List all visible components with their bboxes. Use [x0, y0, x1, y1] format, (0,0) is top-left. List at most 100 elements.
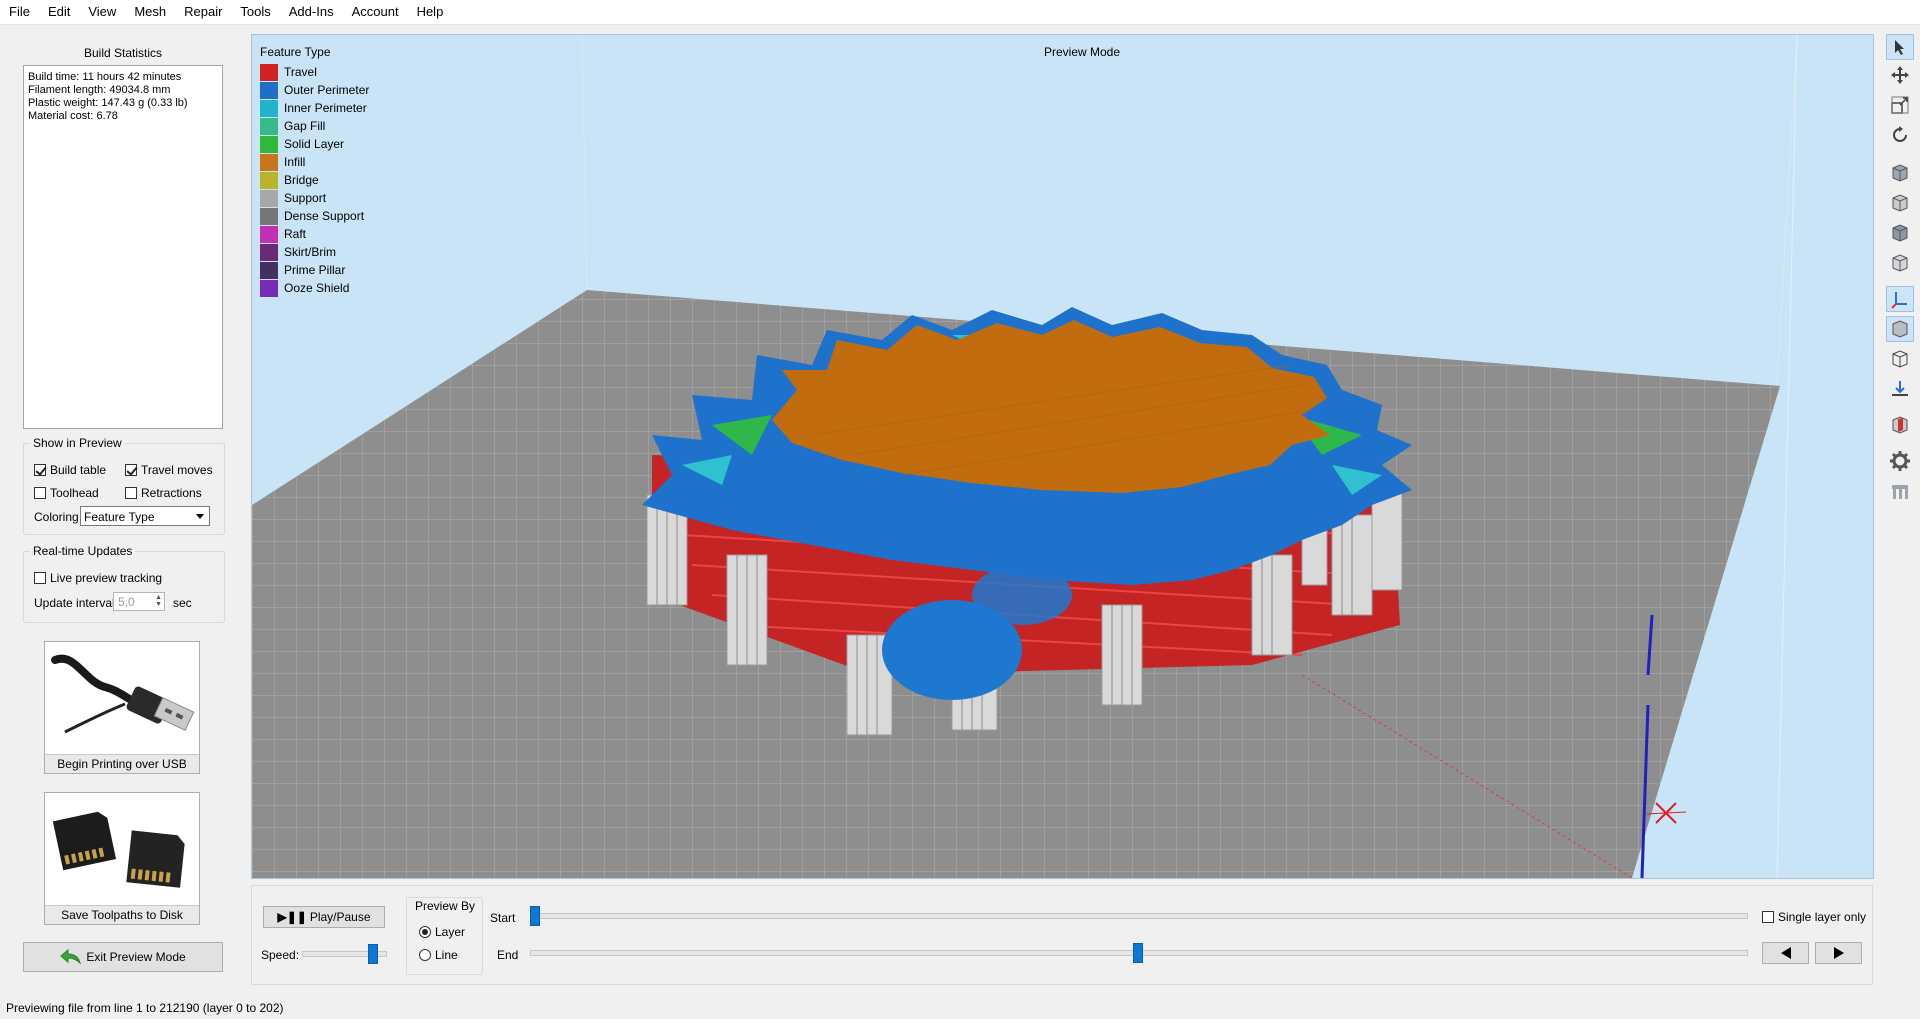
spin-down-icon[interactable]: ▼ — [155, 601, 162, 608]
cube-view-icon — [1892, 164, 1908, 182]
exit-preview-button[interactable]: Exit Preview Mode — [23, 942, 223, 972]
menu-mesh[interactable]: Mesh — [125, 0, 175, 24]
live-tracking-check-icon[interactable] — [34, 571, 46, 584]
build-scene — [252, 35, 1798, 878]
start-slider-track[interactable] — [530, 913, 1748, 919]
build-statistic-line: Build time: 11 hours 42 minutes — [28, 71, 182, 83]
travel-moves-check-icon[interactable] — [125, 463, 137, 476]
usb-button-label: Begin Printing over USB — [45, 754, 199, 773]
legend-swatch — [260, 63, 278, 81]
settings-button[interactable] — [1886, 448, 1914, 474]
coloring-label: Coloring — [34, 510, 79, 524]
supports-icon — [1892, 485, 1908, 499]
spin-up-icon[interactable]: ▲ — [155, 594, 162, 601]
retractions-checkbox[interactable]: Retractions — [125, 485, 202, 500]
legend-label: Raft — [284, 227, 307, 241]
menu-view[interactable]: View — [79, 0, 125, 24]
menu-repair[interactable]: Repair — [175, 0, 231, 24]
cube-front-icon — [1892, 194, 1908, 212]
cube-side-icon — [1892, 254, 1908, 272]
build-table-checkbox[interactable]: Build table — [34, 462, 106, 477]
travel-moves-checkbox[interactable]: Travel moves — [125, 462, 213, 477]
view-top-button[interactable] — [1886, 220, 1914, 246]
build-statistic-line: Plastic weight: 147.43 g (0.33 lb) — [28, 97, 188, 109]
play-pause-button[interactable]: ▶❚❚ Play/Pause — [263, 906, 385, 928]
view-side-button[interactable] — [1886, 250, 1914, 276]
retractions-check-icon[interactable] — [125, 486, 137, 499]
solid-cube-icon — [1892, 320, 1908, 338]
legend-label: Gap Fill — [284, 119, 326, 133]
scale-tool-button[interactable] — [1886, 92, 1914, 118]
preview-viewport[interactable]: Feature Type Travel Outer Perimeter Inner … — [251, 34, 1874, 879]
supports-button[interactable] — [1886, 478, 1914, 504]
toolhead-check-icon[interactable] — [34, 486, 46, 499]
legend-item: Support — [260, 189, 369, 207]
menu-addins[interactable]: Add-Ins — [280, 0, 343, 24]
legend-item: Gap Fill — [260, 117, 369, 135]
axes-icon — [1891, 292, 1907, 309]
update-interval-label: Update interval — [34, 596, 115, 610]
legend-swatch — [260, 117, 278, 135]
start-slider-handle[interactable] — [530, 906, 540, 926]
solid-view-button[interactable] — [1886, 316, 1914, 342]
live-tracking-checkbox[interactable]: Live preview tracking — [34, 570, 162, 585]
legend-swatch — [260, 99, 278, 117]
legend-item: Inner Perimeter — [260, 99, 369, 117]
build-statistics-box: Build time: 11 hours 42 minutes Filament … — [23, 65, 223, 429]
rotate-tool-button[interactable] — [1886, 122, 1914, 148]
cube-top-icon — [1892, 224, 1908, 242]
triangle-right-icon — [1833, 947, 1844, 959]
end-slider-handle[interactable] — [1133, 943, 1143, 963]
start-label: Start — [490, 911, 516, 925]
coloring-select[interactable]: Feature Type — [80, 506, 210, 526]
back-arrow-icon — [60, 949, 82, 965]
axes-toggle-button[interactable] — [1886, 286, 1914, 312]
legend-item: Outer Perimeter — [260, 81, 369, 99]
legend-label: Outer Perimeter — [284, 83, 370, 97]
preview-by-line-radio[interactable]: Line — [419, 947, 458, 962]
menu-tools[interactable]: Tools — [231, 0, 279, 24]
legend-label: Dense Support — [284, 209, 365, 223]
menu-edit[interactable]: Edit — [39, 0, 79, 24]
menu-bar: File Edit View Mesh Repair Tools Add-Ins Accoun… — [0, 0, 1920, 25]
legend-swatch — [260, 261, 278, 279]
drop-to-bed-button[interactable] — [1886, 376, 1914, 402]
legend-label: Infill — [284, 155, 306, 169]
line-radio-icon[interactable] — [419, 948, 431, 961]
wireframe-view-button[interactable] — [1886, 346, 1914, 372]
single-layer-checkbox[interactable]: Single layer only — [1762, 909, 1866, 924]
legend-item: Solid Layer — [260, 135, 369, 153]
sd-button-label: Save Toolpaths to Disk — [45, 905, 199, 924]
preview-by-layer-radio[interactable]: Layer — [419, 924, 465, 939]
sd-card-icon — [52, 811, 185, 888]
section-view-button[interactable] — [1886, 412, 1914, 438]
previous-step-button[interactable] — [1762, 942, 1809, 964]
view-front-button[interactable] — [1886, 190, 1914, 216]
move-tool-button[interactable] — [1886, 62, 1914, 88]
play-pause-icon: ▶❚❚ — [277, 910, 307, 924]
view-iso-button[interactable] — [1886, 160, 1914, 186]
update-interval-spinbox[interactable]: 5,0 ▲ ▼ — [113, 592, 165, 611]
begin-printing-usb-button[interactable]: Begin Printing over USB — [44, 641, 200, 774]
legend-swatch — [260, 189, 278, 207]
legend-item: Raft — [260, 225, 369, 243]
menu-file[interactable]: File — [0, 0, 39, 24]
build-statistic-line: Filament length: 49034.8 mm — [28, 84, 171, 96]
status-bar: Previewing file from line 1 to 212190 (l… — [0, 997, 1920, 1019]
next-step-button[interactable] — [1815, 942, 1862, 964]
menu-account[interactable]: Account — [343, 0, 408, 24]
layer-radio-icon[interactable] — [419, 925, 431, 938]
legend-label: Inner Perimeter — [284, 101, 367, 115]
preview-mode-label: Preview Mode — [1043, 45, 1121, 59]
speed-slider-handle[interactable] — [367, 944, 378, 964]
save-toolpaths-button[interactable]: Save Toolpaths to Disk — [44, 792, 200, 925]
drop-icon — [1892, 381, 1908, 396]
legend-title: Feature Type — [260, 45, 331, 59]
legend-item: Travel — [260, 63, 369, 81]
legend-item: Skirt/Brim — [260, 243, 369, 261]
build-table-check-icon[interactable] — [34, 463, 46, 476]
single-layer-check-icon[interactable] — [1762, 910, 1774, 923]
toolhead-checkbox[interactable]: Toolhead — [34, 485, 99, 500]
select-tool-button[interactable] — [1886, 34, 1914, 60]
menu-help[interactable]: Help — [408, 0, 453, 24]
